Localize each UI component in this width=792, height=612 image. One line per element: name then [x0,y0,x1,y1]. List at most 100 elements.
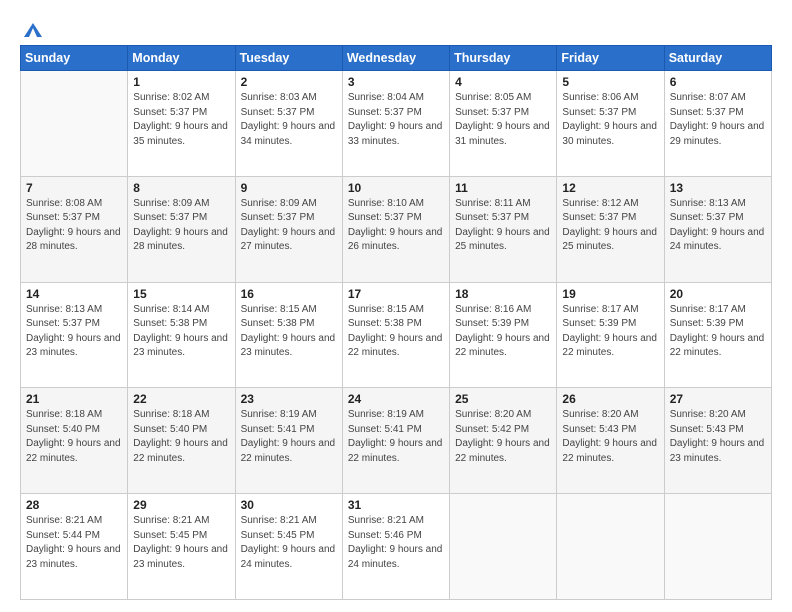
day-number: 30 [241,498,337,512]
day-info: Sunrise: 8:15 AMSunset: 5:38 PMDaylight:… [348,303,444,361]
day-number: 3 [348,75,444,89]
calendar-day-cell: 12 Sunrise: 8:12 AMSunset: 5:37 PMDayligh… [557,176,664,282]
logo [20,22,42,37]
calendar-day-cell: 18 Sunrise: 8:16 AMSunset: 5:39 PMDayligh… [450,282,557,388]
calendar-day-cell: 14 Sunrise: 8:13 AMSunset: 5:37 PMDayligh… [21,282,128,388]
column-header-friday: Friday [557,46,664,71]
day-number: 4 [455,75,551,89]
calendar-day-cell: 3Sunrise: 8:04 AMSunset: 5:37 PMDaylight… [342,71,449,177]
day-number: 20 [670,287,766,301]
day-info: Sunrise: 8:10 AMSunset: 5:37 PMDaylight:… [348,197,444,255]
calendar-day-cell: 23Sunrise: 8:19 AMSunset: 5:41 PMDayligh… [235,388,342,494]
column-header-wednesday: Wednesday [342,46,449,71]
column-header-tuesday: Tuesday [235,46,342,71]
day-number: 5 [562,75,658,89]
calendar-day-cell: 25 Sunrise: 8:20 AMSunset: 5:42 PMDayligh… [450,388,557,494]
calendar-day-cell: 16 Sunrise: 8:15 AMSunset: 5:38 PMDayligh… [235,282,342,388]
day-number: 26 [562,392,658,406]
calendar-day-cell: 26 Sunrise: 8:20 AMSunset: 5:43 PMDayligh… [557,388,664,494]
calendar-body: 1 Sunrise: 8:02 AMSunset: 5:37 PMDaylight… [21,71,772,600]
calendar-day-cell: 17Sunrise: 8:15 AMSunset: 5:38 PMDayligh… [342,282,449,388]
day-number: 19 [562,287,658,301]
calendar-day-cell: 11Sunrise: 8:11 AMSunset: 5:37 PMDayligh… [450,176,557,282]
calendar-day-cell: 31 Sunrise: 8:21 AMSunset: 5:46 PMDayligh… [342,494,449,600]
calendar-day-cell: 13 Sunrise: 8:13 AMSunset: 5:37 PMDayligh… [664,176,771,282]
calendar-day-cell [21,71,128,177]
calendar-day-cell: 4 Sunrise: 8:05 AMSunset: 5:37 PMDaylight… [450,71,557,177]
calendar-day-cell [557,494,664,600]
day-info: Sunrise: 8:13 AMSunset: 5:37 PMDaylight:… [670,197,766,255]
day-number: 15 [133,287,229,301]
calendar-week-row: 14 Sunrise: 8:13 AMSunset: 5:37 PMDayligh… [21,282,772,388]
calendar-day-cell: 15Sunrise: 8:14 AMSunset: 5:38 PMDayligh… [128,282,235,388]
day-info: Sunrise: 8:18 AMSunset: 5:40 PMDaylight:… [26,408,122,466]
day-info: Sunrise: 8:21 AMSunset: 5:46 PMDaylight:… [348,514,444,572]
day-info: Sunrise: 8:02 AMSunset: 5:37 PMDaylight:… [133,91,229,149]
calendar-day-cell: 22 Sunrise: 8:18 AMSunset: 5:40 PMDayligh… [128,388,235,494]
day-number: 14 [26,287,122,301]
column-header-monday: Monday [128,46,235,71]
day-info: Sunrise: 8:07 AMSunset: 5:37 PMDaylight:… [670,91,766,149]
day-info: Sunrise: 8:09 AMSunset: 5:37 PMDaylight:… [133,197,229,255]
day-info: Sunrise: 8:05 AMSunset: 5:37 PMDaylight:… [455,91,551,149]
calendar-header: SundayMondayTuesdayWednesdayThursdayFrid… [21,46,772,71]
day-info: Sunrise: 8:17 AMSunset: 5:39 PMDaylight:… [670,303,766,361]
day-number: 1 [133,75,229,89]
day-info: Sunrise: 8:20 AMSunset: 5:43 PMDaylight:… [562,408,658,466]
day-info: Sunrise: 8:20 AMSunset: 5:43 PMDaylight:… [670,408,766,466]
day-info: Sunrise: 8:12 AMSunset: 5:37 PMDaylight:… [562,197,658,255]
day-info: Sunrise: 8:18 AMSunset: 5:40 PMDaylight:… [133,408,229,466]
day-number: 25 [455,392,551,406]
day-info: Sunrise: 8:06 AMSunset: 5:37 PMDaylight:… [562,91,658,149]
day-number: 24 [348,392,444,406]
calendar-day-cell: 21 Sunrise: 8:18 AMSunset: 5:40 PMDayligh… [21,388,128,494]
calendar-day-cell: 24Sunrise: 8:19 AMSunset: 5:41 PMDayligh… [342,388,449,494]
calendar-day-cell [664,494,771,600]
calendar-table: SundayMondayTuesdayWednesdayThursdayFrid… [20,45,772,600]
calendar-day-cell [450,494,557,600]
day-number: 16 [241,287,337,301]
day-number: 10 [348,181,444,195]
page: SundayMondayTuesdayWednesdayThursdayFrid… [0,0,792,612]
calendar-day-cell: 7 Sunrise: 8:08 AMSunset: 5:37 PMDaylight… [21,176,128,282]
header [20,18,772,37]
calendar-day-cell: 9Sunrise: 8:09 AMSunset: 5:37 PMDaylight… [235,176,342,282]
column-header-sunday: Sunday [21,46,128,71]
calendar-day-cell: 8 Sunrise: 8:09 AMSunset: 5:37 PMDaylight… [128,176,235,282]
day-number: 8 [133,181,229,195]
logo-icon [24,23,42,37]
header-row: SundayMondayTuesdayWednesdayThursdayFrid… [21,46,772,71]
day-number: 31 [348,498,444,512]
day-number: 18 [455,287,551,301]
day-info: Sunrise: 8:08 AMSunset: 5:37 PMDaylight:… [26,197,122,255]
day-info: Sunrise: 8:15 AMSunset: 5:38 PMDaylight:… [241,303,337,361]
calendar-day-cell: 5 Sunrise: 8:06 AMSunset: 5:37 PMDaylight… [557,71,664,177]
day-info: Sunrise: 8:20 AMSunset: 5:42 PMDaylight:… [455,408,551,466]
day-info: Sunrise: 8:21 AMSunset: 5:45 PMDaylight:… [241,514,337,572]
day-number: 29 [133,498,229,512]
calendar-day-cell: 28 Sunrise: 8:21 AMSunset: 5:44 PMDayligh… [21,494,128,600]
day-number: 13 [670,181,766,195]
day-info: Sunrise: 8:03 AMSunset: 5:37 PMDaylight:… [241,91,337,149]
day-info: Sunrise: 8:13 AMSunset: 5:37 PMDaylight:… [26,303,122,361]
day-number: 2 [241,75,337,89]
calendar-day-cell: 1 Sunrise: 8:02 AMSunset: 5:37 PMDaylight… [128,71,235,177]
day-info: Sunrise: 8:16 AMSunset: 5:39 PMDaylight:… [455,303,551,361]
calendar-day-cell: 20 Sunrise: 8:17 AMSunset: 5:39 PMDayligh… [664,282,771,388]
day-number: 22 [133,392,229,406]
day-info: Sunrise: 8:21 AMSunset: 5:44 PMDaylight:… [26,514,122,572]
day-info: Sunrise: 8:11 AMSunset: 5:37 PMDaylight:… [455,197,551,255]
column-header-saturday: Saturday [664,46,771,71]
calendar-week-row: 1 Sunrise: 8:02 AMSunset: 5:37 PMDaylight… [21,71,772,177]
day-info: Sunrise: 8:09 AMSunset: 5:37 PMDaylight:… [241,197,337,255]
day-number: 21 [26,392,122,406]
day-number: 12 [562,181,658,195]
day-number: 28 [26,498,122,512]
day-info: Sunrise: 8:19 AMSunset: 5:41 PMDaylight:… [241,408,337,466]
column-header-thursday: Thursday [450,46,557,71]
calendar-day-cell: 2 Sunrise: 8:03 AMSunset: 5:37 PMDaylight… [235,71,342,177]
day-number: 7 [26,181,122,195]
calendar-week-row: 28 Sunrise: 8:21 AMSunset: 5:44 PMDayligh… [21,494,772,600]
calendar-day-cell: 19Sunrise: 8:17 AMSunset: 5:39 PMDayligh… [557,282,664,388]
calendar-week-row: 21 Sunrise: 8:18 AMSunset: 5:40 PMDayligh… [21,388,772,494]
